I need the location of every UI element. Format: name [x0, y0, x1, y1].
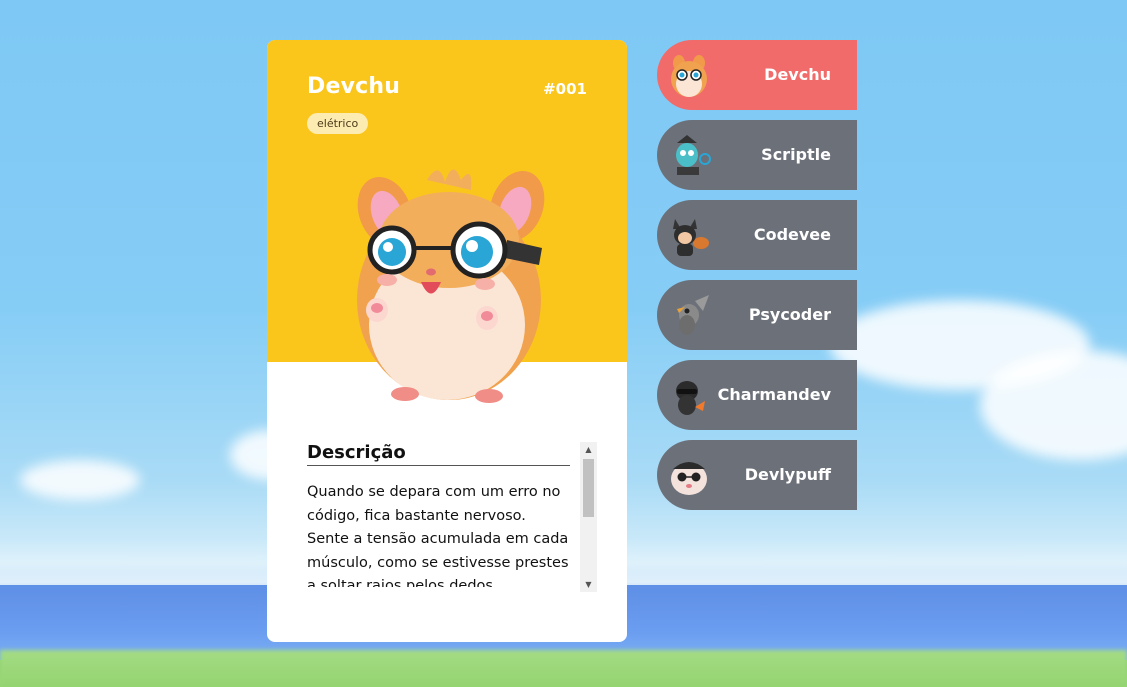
character-card: Devchu #001 elétrico Descrição Quando se… [267, 40, 627, 642]
character-button-scriptle[interactable]: Scriptle [657, 120, 857, 190]
type-badge: elétrico [307, 113, 369, 134]
character-label: Scriptle [761, 145, 831, 164]
character-button-psycoder[interactable]: Psycoder [657, 280, 857, 350]
puffball-avatar-icon [671, 462, 707, 495]
character-label: Devchu [764, 65, 831, 84]
lizard-creature-avatar-icon [676, 381, 705, 415]
character-button-codevee[interactable]: Codevee [657, 200, 857, 270]
character-label: Psycoder [748, 305, 831, 324]
robot-creature-avatar-icon [676, 135, 711, 175]
hamster-avatar-icon [671, 55, 707, 97]
scroll-up-arrow-icon[interactable]: ▲ [580, 442, 597, 457]
character-button-devchu[interactable]: Devchu [657, 40, 857, 110]
description-scrollbar[interactable]: ▲ ▼ [580, 442, 597, 592]
scroll-thumb[interactable] [583, 459, 594, 517]
character-label: Devlypuff [744, 465, 831, 484]
character-button-devlypuff[interactable]: Devlypuff [657, 440, 857, 510]
character-list: Devchu Scriptle Codevee Psycoder Charman… [657, 40, 857, 520]
character-name: Devchu [307, 74, 401, 99]
character-label: Charmandev [717, 385, 831, 404]
bird-creature-avatar-icon [677, 295, 709, 335]
description-title: Descrição [307, 442, 570, 466]
character-number: #001 [543, 80, 587, 98]
scroll-down-arrow-icon[interactable]: ▼ [580, 577, 597, 592]
cloud [20, 460, 140, 500]
character-button-charmandev[interactable]: Charmandev [657, 360, 857, 430]
hamster-illustration [357, 169, 545, 403]
description-panel[interactable]: Descrição Quando se depara com um erro n… [307, 442, 597, 592]
description-text: Quando se depara com um erro no código, … [307, 484, 569, 587]
character-label: Codevee [753, 225, 831, 244]
fox-creature-avatar-icon [673, 219, 709, 256]
grass [0, 650, 1127, 687]
